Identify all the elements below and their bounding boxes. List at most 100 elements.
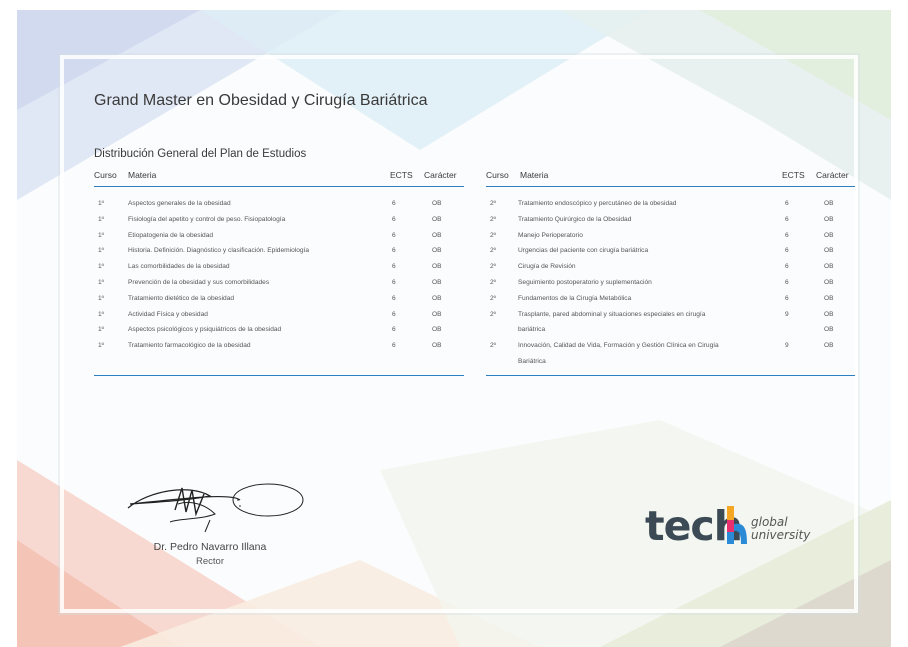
cell-curso: 2º	[490, 247, 497, 255]
table-row: 2º Cirugía de Revisión 6 OB	[486, 263, 855, 279]
table-row: 2º Urgencias del paciente con cirugía bar…	[486, 247, 855, 263]
cell-materia: Innovación, Calidad de Vida, Formación y…	[518, 342, 719, 350]
cell-ects: 9	[785, 342, 789, 350]
cell-materia: Urgencias del paciente con cirugía bariá…	[518, 247, 649, 255]
cell-caracter: OB	[824, 231, 834, 239]
table-body: 2º Tratamiento endoscópico y percutáneo d…	[486, 187, 855, 374]
cell-curso: 1º	[98, 263, 105, 271]
table-row: 2º Innovación, Calidad de Vida, Formación…	[486, 342, 855, 358]
cell-curso: 1º	[98, 342, 105, 350]
table-row: 1º Aspectos psicológicos y psiquiátricos …	[94, 326, 464, 342]
header-curso: Curso	[94, 170, 117, 180]
table-header: Curso Materia ECTS Carácter	[94, 170, 464, 187]
cell-ects: 6	[392, 263, 396, 271]
cell-caracter: OB	[824, 247, 834, 255]
table-row: 2º Trasplante, pared abdominal y situacio…	[486, 311, 855, 327]
table-header: Curso Materia ECTS Carácter	[486, 170, 855, 187]
table-row: 1º Aspectos generales de la obesidad 6 OB	[94, 200, 464, 216]
cell-materia: Historia. Definición. Diagnóstico y clas…	[128, 247, 310, 255]
header-caracter: Carácter	[424, 170, 457, 180]
document-subtitle: Distribución General del Plan de Estudio…	[94, 148, 307, 160]
cell-materia: Fisiología del apetito y control de peso…	[128, 215, 286, 223]
cell-curso: 2º	[490, 310, 497, 318]
cell-materia: Aspectos psicológicos y psiquiátricos de…	[128, 326, 282, 334]
study-plan-table-left: Curso Materia ECTS Carácter 1º Aspectos g…	[94, 170, 464, 358]
cell-materia: Tratamiento endoscópico y percutáneo de …	[518, 200, 677, 207]
cell-ects: 6	[392, 294, 396, 302]
cell-ects: 6	[392, 247, 396, 255]
cell-caracter: OB	[824, 278, 834, 286]
table-row: 2º Tratamiento endoscópico y percutáneo d…	[486, 200, 855, 216]
cell-materia: bariátrica	[518, 326, 546, 334]
cell-caracter: OB	[432, 263, 442, 271]
cell-ects: 6	[392, 215, 396, 223]
cell-curso: 1º	[98, 215, 105, 223]
cell-materia: Etiopatogenia de la obesidad	[128, 231, 214, 239]
cell-ects: 6	[392, 231, 396, 239]
table-row: 2º Manejo Perioperatorio 6 OB	[486, 232, 855, 248]
cell-curso: 1º	[98, 200, 105, 207]
cell-materia: Trasplante, pared abdominal y situacione…	[518, 310, 706, 318]
cell-materia: Tratamiento farmacológico de la obesidad	[128, 342, 251, 350]
cell-curso: 2º	[490, 278, 497, 286]
table-row: 1º Etiopatogenia de la obesidad 6 OB	[94, 232, 464, 248]
cell-curso: 1º	[98, 231, 105, 239]
table-row: 1º Prevención de la obesidad y sus comorb…	[94, 279, 464, 295]
cell-caracter: OB	[824, 326, 834, 334]
cell-caracter: OB	[824, 310, 834, 318]
cell-curso: 1º	[98, 247, 105, 255]
cell-ects: 6	[785, 247, 789, 255]
cell-ects: 9	[785, 310, 789, 318]
cell-caracter: OB	[432, 294, 442, 302]
cell-curso: 2º	[490, 263, 497, 271]
logo-accent-icon	[727, 506, 747, 544]
cell-materia: Tratamiento Quirúrgico de la Obesidad	[518, 215, 632, 223]
signature	[127, 483, 304, 533]
table-body: 1º Aspectos generales de la obesidad 6 OB 1º…	[94, 187, 464, 358]
cell-caracter: OB	[824, 342, 834, 350]
cell-curso: 1º	[98, 278, 105, 286]
cell-caracter: OB	[432, 278, 442, 286]
cell-materia: Aspectos generales de la obesidad	[128, 200, 231, 207]
document-title: Grand Master en Obesidad y Cirugía Bariá…	[94, 92, 428, 109]
header-materia: Materia	[520, 170, 549, 180]
cell-caracter: OB	[432, 342, 442, 350]
signatory-name: Dr. Pedro Navarro Illana	[153, 541, 267, 553]
cell-materia: Cirugía de Revisión	[518, 263, 576, 271]
cell-ects: 6	[392, 342, 396, 350]
table-left-bottom-rule	[94, 375, 464, 376]
cell-curso: 1º	[98, 310, 105, 318]
table-row: Bariátrica	[486, 358, 855, 374]
header-curso: Curso	[486, 170, 509, 180]
cell-caracter: OB	[432, 200, 442, 207]
cell-caracter: OB	[824, 215, 834, 223]
table-row: 2º Tratamiento Quirúrgico de la Obesidad 6…	[486, 216, 855, 232]
header-ects: ECTS	[390, 170, 413, 180]
cell-caracter: OB	[824, 263, 834, 271]
tech-logo: tech global university	[645, 502, 810, 550]
table-row: 1º Las comorbilidades de la obesidad 6 OB	[94, 263, 464, 279]
cell-ects: 6	[785, 294, 789, 302]
cell-ects: 6	[392, 200, 396, 207]
study-plan-table-right: Curso Materia ECTS Carácter 2º Tratamient…	[486, 170, 855, 374]
cell-ects: 6	[785, 200, 789, 207]
cell-caracter: OB	[432, 310, 442, 318]
cell-materia: Bariátrica	[518, 357, 546, 365]
table-row: 1º Historia. Definición. Diagnóstico y cl…	[94, 247, 464, 263]
cell-materia: Manejo Perioperatorio	[518, 231, 583, 239]
cell-caracter: OB	[824, 200, 834, 207]
header-ects: ECTS	[782, 170, 805, 180]
cell-materia: Fundamentos de la Cirugía Metabólica	[518, 294, 632, 302]
cell-ects: 6	[785, 215, 789, 223]
cell-caracter: OB	[824, 294, 834, 302]
cell-caracter: OB	[432, 326, 442, 334]
cell-ects: 6	[785, 278, 789, 286]
cell-caracter: OB	[432, 215, 442, 223]
cell-curso: 2º	[490, 342, 497, 350]
cell-ects: 6	[785, 231, 789, 239]
cell-ects: 6	[785, 263, 789, 271]
cell-materia: Tratamiento dietético de la obesidad	[128, 294, 235, 302]
table-row: 1º Actividad Física y obesidad 6 OB	[94, 311, 464, 327]
cell-caracter: OB	[432, 247, 442, 255]
table-row: 2º Seguimiento postoperatorio y suplement…	[486, 279, 855, 295]
